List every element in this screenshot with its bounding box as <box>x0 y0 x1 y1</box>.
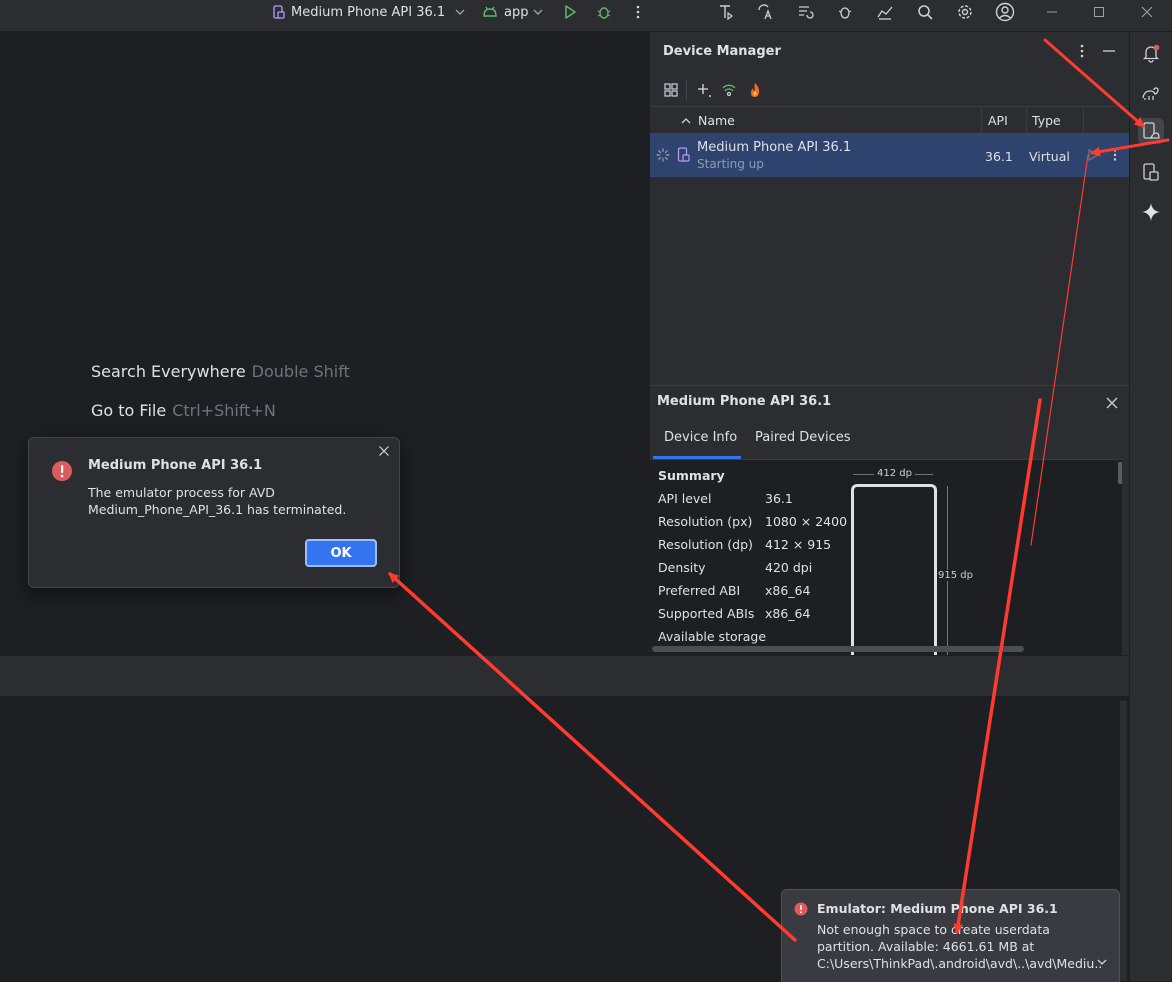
annotation-arrow <box>388 572 797 942</box>
annotation-arrows-overlay <box>388 38 1170 942</box>
annotation-arrow <box>953 398 1042 934</box>
annotation-arrow <box>1043 38 1145 128</box>
annotation-arrow <box>1090 138 1170 157</box>
annotation-arrow <box>1030 154 1089 546</box>
